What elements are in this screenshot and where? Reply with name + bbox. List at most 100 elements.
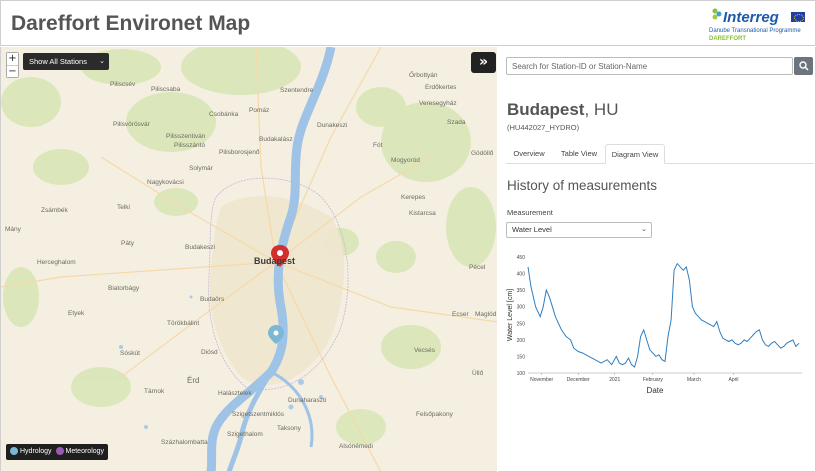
map-label: Budakalász (259, 136, 293, 143)
zoom-in-button[interactable]: + (7, 53, 18, 65)
y-tick-label: 200 (517, 338, 526, 344)
chevron-down-icon: ⌄ (99, 58, 105, 65)
map-label: Halásztelek (218, 390, 252, 397)
map-label: Kistarcsa (409, 210, 436, 217)
map-label: Zsámbék (41, 207, 68, 214)
map-label: Piliscsaba (151, 86, 181, 93)
map-label: Etyek (68, 310, 85, 317)
map-label: Pomáz (249, 107, 270, 114)
map-label: Pilisvörösvár (113, 121, 150, 128)
map-label: Őrbottyán (409, 72, 438, 79)
measurement-value: Water Level (512, 225, 552, 234)
y-axis-label: Water Level [cm] (507, 289, 514, 341)
x-tick-label: December (567, 377, 590, 383)
x-tick-label: February (643, 377, 664, 383)
map-label: Dunaharaszti (288, 397, 327, 404)
map-label: Mogyoród (391, 157, 420, 164)
measurement-label: Measurement (507, 208, 553, 217)
station-title: Budapest, HU (507, 100, 618, 120)
map-label: Csobánka (209, 111, 239, 118)
map-label: Szentendre (280, 87, 314, 94)
map-label: Nagykovácsi (147, 179, 184, 186)
y-tick-label: 250 (517, 321, 526, 327)
map-label-budapest: Budapest (254, 256, 296, 266)
map-label: Szigethalom (227, 431, 263, 438)
station-id: (HU442027_HYDRO) (507, 123, 580, 132)
map-label: Ecser (452, 311, 469, 318)
map-label: Vecsés (414, 347, 435, 354)
detail-tabs: Overview Table View Diagram View (506, 144, 814, 164)
meteorology-marker-icon (55, 447, 64, 456)
station-search-input[interactable] (506, 57, 793, 75)
y-tick-label: 100 (517, 371, 526, 377)
map-label: Pécel (469, 264, 486, 271)
map-label: Gödöllő (471, 150, 494, 157)
station-country: , HU (584, 100, 619, 119)
map-label: Piliscsév (110, 81, 136, 88)
map-label: Dunakeszi (317, 122, 348, 129)
x-tick-label: 2021 (609, 377, 620, 383)
map-label: Diósd (201, 349, 218, 356)
logo-project: DAREFFORT (709, 36, 746, 42)
map-label: Érd (187, 376, 200, 385)
water-level-chart: 100 150 200 250 300 350 400 450 November December… (507, 255, 802, 395)
expand-panel-button[interactable]: » (471, 52, 496, 73)
y-tick-label: 400 (517, 272, 526, 278)
legend-item-meteorology[interactable]: Meteorology (55, 444, 105, 460)
legend-label: Meteorology (65, 448, 105, 455)
tab-overview[interactable]: Overview (506, 144, 552, 164)
x-tick-label: April (728, 377, 738, 383)
search-icon (799, 61, 809, 71)
map-label: Szada (447, 119, 466, 126)
zoom-out-button[interactable]: − (7, 65, 18, 77)
y-tick-label: 150 (517, 354, 526, 360)
map-label: Pilisszentiván (166, 133, 206, 140)
map-label: Budakeszi (185, 244, 215, 251)
map-view[interactable]: Budapest Szentendre Pomáz Csobánka Pilis… (0, 47, 497, 472)
map-label: Kerepes (401, 194, 426, 201)
station-name: Budapest (507, 100, 585, 119)
map-label: Törökbálint (167, 320, 200, 327)
chevron-down-icon: ⌄ (641, 226, 647, 233)
map-label: Felsőpakony (416, 411, 453, 418)
map-label: Páty (121, 240, 135, 247)
search-button[interactable] (794, 57, 813, 75)
hydrology-marker-icon (10, 447, 18, 456)
map-label: Solymár (189, 165, 213, 172)
map-label: Üllő (472, 370, 484, 377)
map-label: Biatorbágy (108, 285, 140, 292)
section-title: History of measurements (507, 178, 658, 193)
logo-brand: Interreg (723, 9, 779, 26)
eu-flag-icon (791, 12, 805, 22)
x-tick-label: March (687, 377, 701, 383)
measurement-select[interactable]: Water Level ⌄ (506, 222, 652, 238)
y-tick-label: 450 (517, 255, 526, 261)
legend-item-hydrology[interactable]: Hydrology (10, 444, 52, 460)
station-search (506, 57, 813, 75)
app-title: Dareffort Environet Map (11, 12, 251, 35)
map-label: Herceghalom (37, 259, 76, 266)
tab-table-view[interactable]: Table View (554, 144, 604, 164)
station-filter-select[interactable]: Show All Stations ⌄ (23, 53, 109, 70)
map-label: Fót (373, 142, 383, 149)
map-label: Százhalombatta (161, 439, 208, 446)
station-detail-panel: Budapest, HU (HU442027_HYDRO) Overview T… (498, 47, 816, 472)
map-label: Pilisszántó (174, 142, 206, 149)
y-tick-label: 350 (517, 288, 526, 294)
y-tick-label: 300 (517, 305, 526, 311)
logo-subtitle: Danube Transnational Programme (709, 28, 801, 34)
map-legend: Hydrology Meteorology (6, 444, 109, 460)
map-label: Szigetszentmiklós (232, 411, 285, 418)
map-label: Pilisborosjenő (219, 149, 260, 156)
tab-diagram-view[interactable]: Diagram View (605, 144, 665, 164)
map-label: Mány (5, 226, 21, 233)
zoom-control: + − (6, 52, 19, 78)
station-filter-value: Show All Stations (29, 57, 87, 66)
app-header: Dareffort Environet Map Interreg Danube … (0, 0, 816, 46)
legend-label: Hydrology (20, 448, 52, 455)
map-label: Veresegyház (419, 100, 457, 107)
map-label: Budaörs (200, 296, 225, 303)
map-label: Erdőkertes (425, 84, 457, 91)
map-label: Tárnok (144, 388, 165, 395)
x-tick-label: November (530, 377, 553, 383)
